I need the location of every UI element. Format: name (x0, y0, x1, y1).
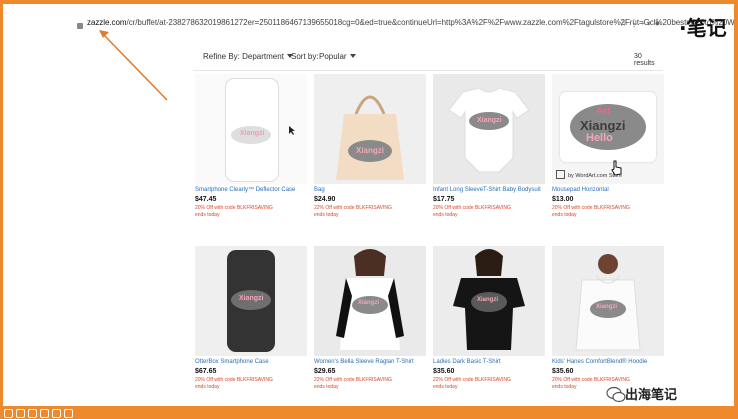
annotation-arrow (99, 30, 168, 101)
taskbar (0, 406, 738, 419)
browser-window: zazzle.com/cr/buffet/at-2382786320198612… (3, 4, 734, 406)
taskbar-app-icon[interactable] (4, 409, 13, 418)
taskbar-app-icon[interactable] (52, 409, 61, 418)
taskbar-app-icon[interactable] (16, 409, 25, 418)
taskbar-app-icon[interactable] (28, 409, 37, 418)
taskbar-app-icon[interactable] (40, 409, 49, 418)
watermark-text: 出海笔记 (625, 388, 678, 403)
wechat-icon (606, 386, 626, 403)
screen: zazzle.com/cr/buffet/at-2382786320198612… (0, 0, 738, 419)
taskbar-app-icon[interactable] (64, 409, 73, 418)
